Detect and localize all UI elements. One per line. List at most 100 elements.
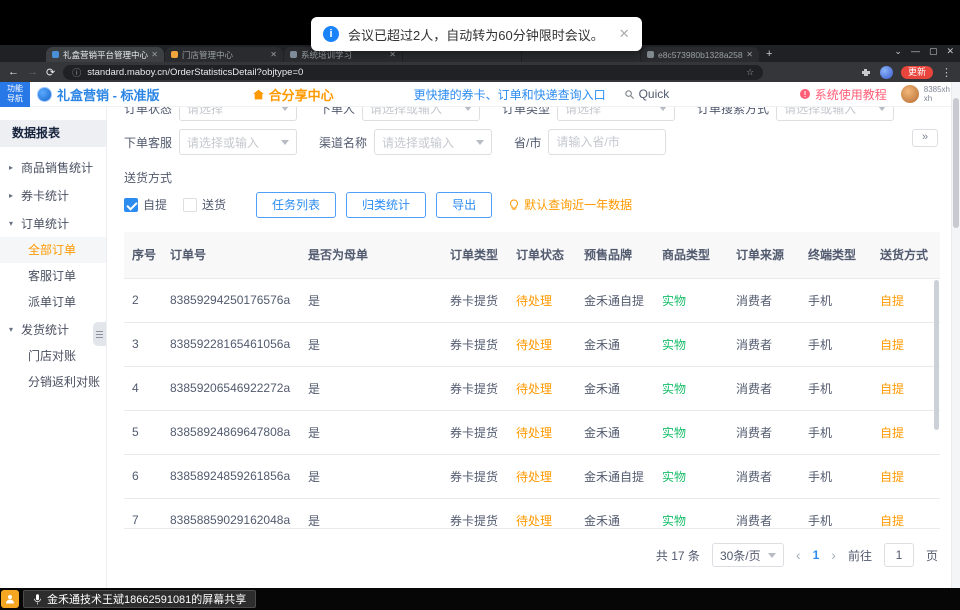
table-row[interactable]: 7 83858859029162048a 是 券卡提货 待处理 金禾通 实物 消… bbox=[124, 498, 940, 529]
cell-terminal: 手机 bbox=[800, 498, 872, 529]
sidebar-item-product-sales-stats[interactable]: ▸ 商品销售统计 bbox=[0, 153, 106, 181]
sharer-avatar bbox=[1, 590, 19, 608]
table-row[interactable]: 4 83859206546922272a 是 券卡提货 待处理 金禾通 实物 消… bbox=[124, 366, 940, 410]
cell-order-source: 消费者 bbox=[728, 410, 800, 454]
toast-close-icon[interactable]: ✕ bbox=[619, 26, 630, 42]
expand-filters-button[interactable]: » bbox=[912, 129, 938, 147]
channel-name-select[interactable]: 请选择或输入 bbox=[374, 129, 492, 155]
province-city-input[interactable] bbox=[548, 129, 666, 155]
filter-orderer: 下单人 请选择或输入 bbox=[319, 107, 480, 121]
page-size-select[interactable]: 30条/页 bbox=[712, 543, 784, 567]
forward-button[interactable]: → bbox=[27, 66, 38, 78]
page-scrollbar[interactable] bbox=[951, 82, 960, 588]
checkbox-checked-icon[interactable] bbox=[124, 198, 138, 212]
sidebar-item-order-stats[interactable]: ▾ 订单统计 bbox=[0, 209, 106, 237]
tutorial-link[interactable]: 系统使用教程 bbox=[799, 86, 887, 103]
filter-order-status: 订单状态 请选择 bbox=[124, 107, 297, 121]
table-row[interactable]: 3 83859228165461056a 是 券卡提货 待处理 金禾通 实物 消… bbox=[124, 322, 940, 366]
tab-search-icon[interactable]: ⌄ bbox=[894, 46, 902, 57]
table-scrollbar-thumb[interactable] bbox=[934, 280, 939, 430]
sidebar-item-shipping-stats[interactable]: ▾ 发货统计 bbox=[0, 315, 106, 343]
sidebar-item-card-stats[interactable]: ▸ 券卡统计 bbox=[0, 181, 106, 209]
search-icon bbox=[624, 89, 635, 100]
browser-tab-gift-admin[interactable]: 礼盒营销平台管理中心 ✕ bbox=[46, 47, 164, 62]
window-minimize-icon[interactable]: — bbox=[911, 46, 920, 57]
order-type-select[interactable]: 请选择 bbox=[557, 107, 675, 121]
cell-product-type-link[interactable]: 实物 bbox=[654, 410, 728, 454]
next-page-button[interactable]: › bbox=[831, 547, 836, 563]
table-header-row: 序号 订单号 是否为母单 订单类型 订单状态 预售品牌 商品类型 订单来源 终端… bbox=[124, 232, 940, 278]
order-status-select[interactable]: 请选择 bbox=[179, 107, 297, 121]
pickup-checkbox[interactable]: 自提 bbox=[124, 196, 167, 213]
back-button[interactable]: ← bbox=[8, 66, 19, 78]
checkbox-unchecked-icon[interactable] bbox=[183, 198, 197, 212]
window-maximize-icon[interactable]: ▢ bbox=[929, 46, 938, 57]
browser-tab-hash[interactable]: e8c573980b1328a258fd2e6 ✕ bbox=[641, 47, 759, 62]
browser-menu-icon[interactable]: ⋮ bbox=[941, 66, 952, 79]
cell-product-type-link[interactable]: 实物 bbox=[654, 278, 728, 322]
site-info-icon[interactable]: ⓘ bbox=[72, 66, 81, 79]
default-range-hint: 默认查询近一年数据 bbox=[508, 196, 632, 213]
cell-product-type-link[interactable]: 实物 bbox=[654, 366, 728, 410]
quick-search[interactable]: Quick bbox=[624, 87, 670, 101]
table-row[interactable]: 6 83858924859261856a 是 券卡提货 待处理 金禾通自提 实物… bbox=[124, 454, 940, 498]
tutorial-icon bbox=[799, 88, 811, 100]
user-avatar[interactable] bbox=[901, 85, 919, 103]
sidebar-item-service-orders[interactable]: 客服订单 bbox=[0, 263, 106, 289]
sidebar-item-all-orders[interactable]: 全部订单 bbox=[0, 237, 106, 263]
cell-brand: 金禾通 bbox=[576, 498, 654, 529]
page-scrollbar-thumb[interactable] bbox=[953, 98, 959, 228]
order-search-mode-select[interactable]: 请选择或输入 bbox=[776, 107, 894, 121]
cell-order-status: 待处理 bbox=[508, 366, 576, 410]
service-agent-select[interactable]: 请选择或输入 bbox=[179, 129, 297, 155]
function-nav-toggle[interactable]: 功能 导航 bbox=[0, 82, 30, 107]
tab-close-icon[interactable]: ✕ bbox=[389, 50, 396, 59]
filter-label: 渠道名称 bbox=[319, 134, 367, 151]
hint-text: 默认查询近一年数据 bbox=[524, 196, 632, 213]
browser-profile-avatar[interactable] bbox=[880, 66, 893, 79]
bookmark-star-icon[interactable]: ☆ bbox=[746, 67, 754, 78]
task-list-button[interactable]: 任务列表 bbox=[256, 192, 336, 218]
orderer-select[interactable]: 请选择或输入 bbox=[362, 107, 480, 121]
chevron-down-icon bbox=[464, 107, 472, 111]
cell-is-parent: 是 bbox=[300, 498, 442, 529]
export-button[interactable]: 导出 bbox=[436, 192, 492, 218]
cell-order-type: 券卡提货 bbox=[442, 366, 508, 410]
sidebar-item-rebate-reconciliation[interactable]: 分销返利对账 bbox=[0, 369, 106, 395]
quick-entry-link[interactable]: 更快捷的券卡、订单和快递查询入口 bbox=[414, 86, 606, 103]
cell-product-type-link[interactable]: 实物 bbox=[654, 322, 728, 366]
prev-page-button[interactable]: ‹ bbox=[796, 547, 801, 563]
main-content: 订单状态 请选择 下单人 请选择或输入 订单类型 请选 bbox=[108, 107, 952, 588]
mic-icon bbox=[33, 593, 42, 606]
extensions-icon[interactable] bbox=[860, 66, 872, 78]
goto-page-input[interactable] bbox=[884, 543, 914, 567]
cell-delivery-method: 自提 bbox=[872, 322, 940, 366]
page-number-1[interactable]: 1 bbox=[813, 548, 820, 562]
window-close-icon[interactable]: ✕ bbox=[946, 46, 954, 57]
browser-update-button[interactable]: 更新 bbox=[901, 66, 933, 79]
cell-order-no: 83858924859261856a bbox=[162, 454, 300, 498]
new-tab-button[interactable]: + bbox=[766, 48, 772, 60]
sidebar-item-label: 商品销售统计 bbox=[21, 159, 93, 176]
brand-logo-icon bbox=[37, 87, 52, 102]
share-center-link[interactable]: 合分享中心 bbox=[252, 85, 334, 104]
tab-close-icon[interactable]: ✕ bbox=[151, 50, 158, 59]
sidebar-collapse-handle[interactable] bbox=[93, 322, 106, 346]
category-stats-button[interactable]: 归类统计 bbox=[346, 192, 426, 218]
sidebar-item-store-reconciliation[interactable]: 门店对账 bbox=[0, 343, 106, 369]
delivery-checkbox[interactable]: 送货 bbox=[183, 196, 226, 213]
tab-close-icon[interactable]: ✕ bbox=[746, 50, 753, 59]
toolbar-right: 更新 ⋮ bbox=[860, 66, 952, 79]
tab-close-icon[interactable]: ✕ bbox=[270, 50, 277, 59]
table-row[interactable]: 2 83859294250176576a 是 券卡提货 待处理 金禾通自提 实物… bbox=[124, 278, 940, 322]
reload-button[interactable]: ⟳ bbox=[46, 66, 55, 79]
sidebar-item-dispatch-orders[interactable]: 派单订单 bbox=[0, 289, 106, 315]
cell-product-type-link[interactable]: 实物 bbox=[654, 454, 728, 498]
url-text: standard.maboy.cn/OrderStatisticsDetail?… bbox=[87, 67, 303, 78]
address-bar[interactable]: ⓘ standard.maboy.cn/OrderStatisticsDetai… bbox=[63, 65, 763, 80]
toast-message: 会议已超过2人，自动转为60分钟限时会议。 bbox=[348, 25, 604, 44]
browser-tab-store-admin[interactable]: 门店管理中心 ✕ bbox=[165, 47, 283, 62]
app-header: 功能 导航 礼盒营销 - 标准版 合分享中心 更快捷的券卡、订单和快递查询入口 … bbox=[0, 82, 960, 107]
cell-product-type-link[interactable]: 实物 bbox=[654, 498, 728, 529]
table-row[interactable]: 5 83858924869647808a 是 券卡提货 待处理 金禾通 实物 消… bbox=[124, 410, 940, 454]
